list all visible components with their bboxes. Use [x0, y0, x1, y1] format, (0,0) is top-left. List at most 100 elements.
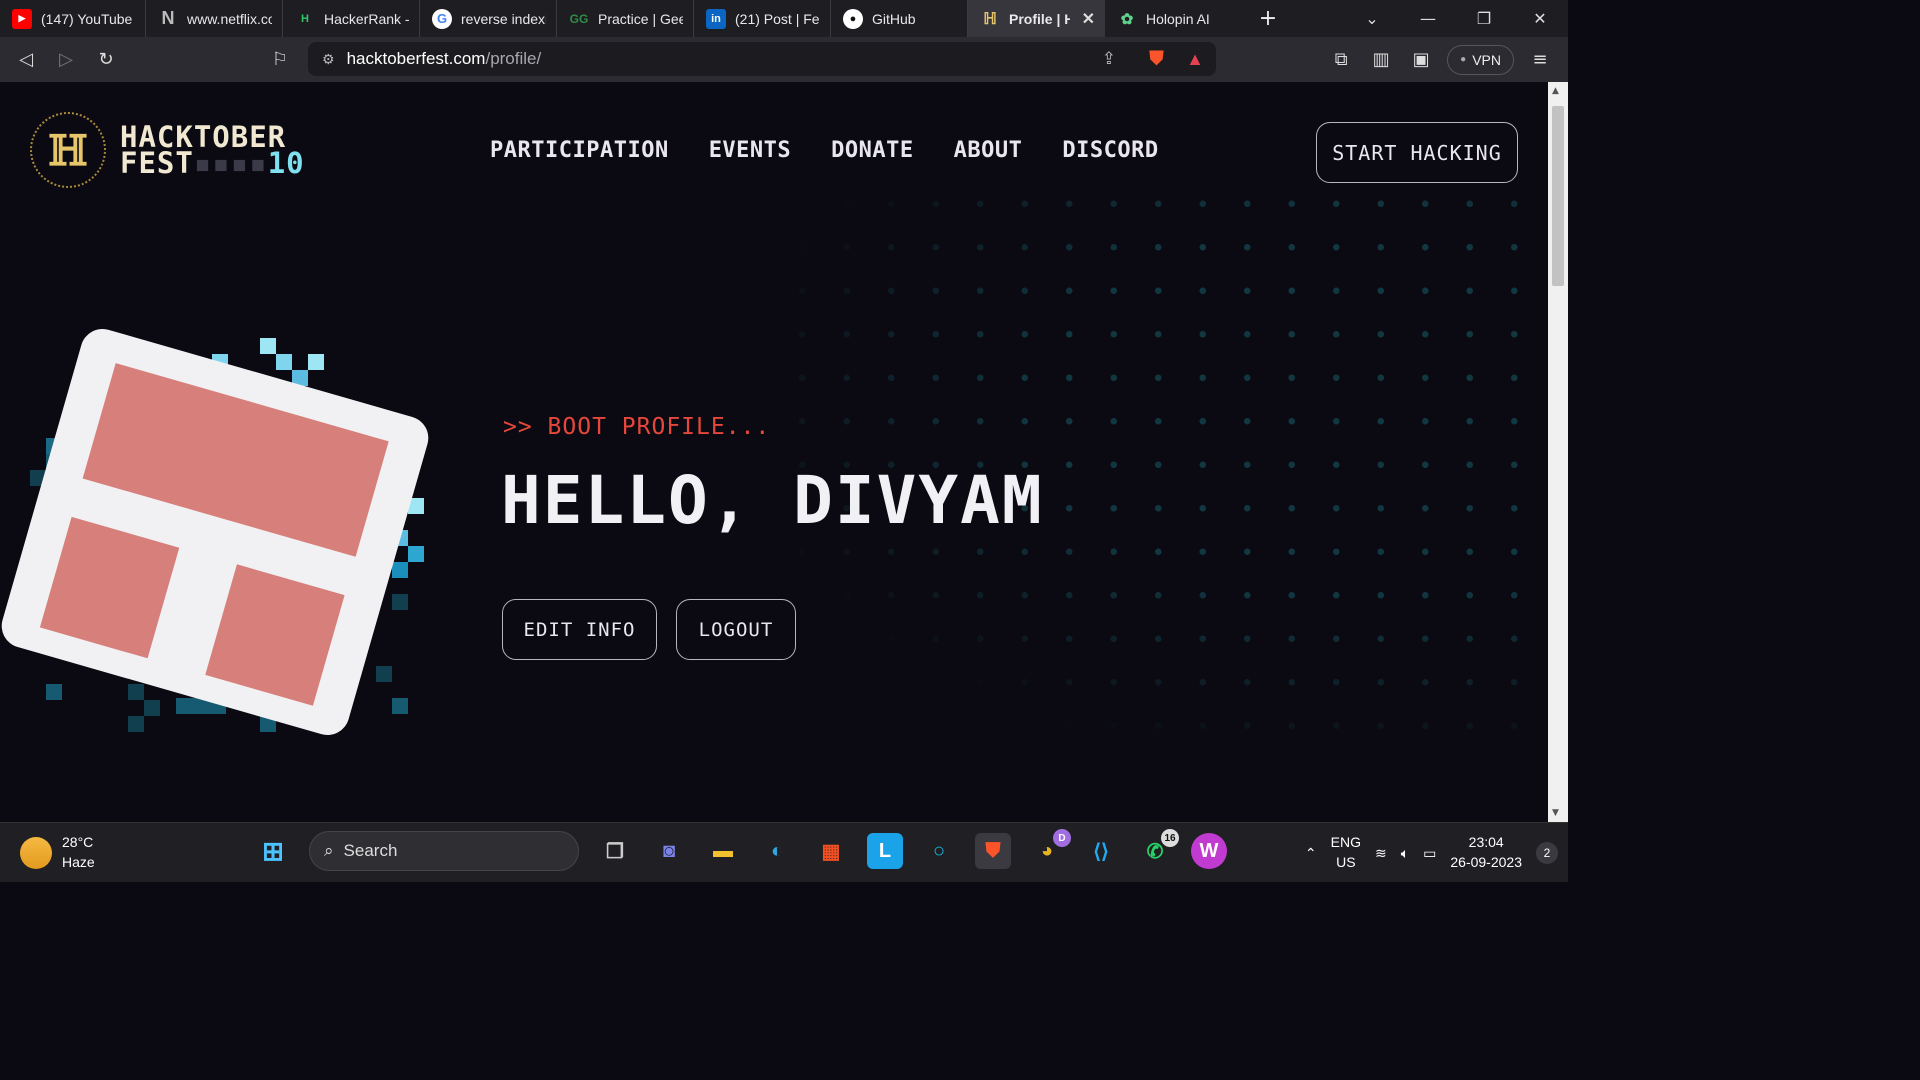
site-settings-icon[interactable]: ⚙ [322, 51, 335, 68]
tab-label: Holopin AI [1146, 10, 1210, 27]
reload-button[interactable]: ↻ [86, 40, 126, 80]
edge-icon[interactable]: ◐ [759, 833, 795, 869]
tab-label: (147) YouTube [41, 10, 133, 27]
wifi-icon[interactable]: ≋ [1375, 845, 1387, 862]
hacktoberfest-icon: ℍ [983, 10, 997, 28]
tab-netflix[interactable]: N www.netflix.co [146, 0, 283, 37]
windows-taskbar: 28°C Haze ⊞ ⌕ Search ❐ ◙ ▬ ◐ ▦ L ○ ⛊ ◕ D … [0, 822, 1568, 882]
brave-shields-icon[interactable]: ⛊ [1149, 48, 1164, 71]
scroll-down-icon[interactable]: ▼ [1552, 808, 1559, 818]
page-scrollbar[interactable]: ▲ ▼ [1548, 82, 1568, 822]
nav-donate[interactable]: DONATE [831, 138, 913, 163]
close-window-button[interactable]: ✕ [1512, 0, 1568, 37]
forward-button[interactable]: ▷ [46, 40, 86, 80]
tab-github[interactable]: ● GitHub [831, 0, 968, 37]
tab-google-search[interactable]: G reverse indexi [420, 0, 557, 37]
wps-icon[interactable]: W [1191, 833, 1227, 869]
tab-label: reverse indexi [461, 10, 546, 27]
boot-profile-text: >> BOOT PROFILE... [503, 414, 771, 440]
clock[interactable]: 23:04 26-09-2023 [1450, 833, 1522, 872]
brave-rewards-icon[interactable]: ▲ [1186, 49, 1204, 70]
extensions-icon[interactable]: ⧉ [1321, 40, 1361, 80]
time: 23:04 [1468, 834, 1504, 851]
tab-label: GitHub [872, 10, 916, 27]
restore-button[interactable]: ❐ [1456, 0, 1512, 37]
minimize-button[interactable]: — [1400, 0, 1456, 37]
nav-discord[interactable]: DISCORD [1062, 138, 1158, 163]
microsoft-store-icon[interactable]: ▦ [813, 833, 849, 869]
google-icon: G [432, 8, 452, 29]
cortana-icon[interactable]: ○ [921, 833, 957, 869]
scroll-up-icon[interactable]: ▲ [1552, 86, 1559, 96]
volume-icon[interactable]: 🔈︎ [1401, 845, 1409, 862]
task-view-icon[interactable]: ❐ [597, 833, 633, 869]
linkedin-icon: in [706, 8, 726, 29]
menu-icon[interactable]: ≡ [1520, 40, 1560, 80]
chrome-profile-badge: D [1053, 829, 1071, 847]
notification-count[interactable]: 2 [1536, 842, 1558, 864]
l-app-icon[interactable]: L [867, 833, 903, 869]
logo-line-2: FEST [120, 146, 194, 180]
browser-toolbar: ◁ ▷ ↻ ⚐ ⚙ hacktoberfest.com/profile/ ⇪ ⛊… [0, 37, 1568, 82]
taskbar-search[interactable]: ⌕ Search [309, 831, 579, 871]
vpn-label: VPN [1472, 51, 1501, 68]
language-indicator[interactable]: ENG US [1331, 833, 1361, 872]
close-tab-icon[interactable]: ✕ [1082, 9, 1095, 29]
tab-label: HackerRank - [324, 10, 409, 27]
wallet-icon[interactable]: ▣ [1401, 40, 1441, 80]
tab-label: (21) Post | Fee [735, 10, 820, 27]
github-icon: ● [843, 8, 863, 29]
logo-badge-icon: ℍ [30, 112, 106, 188]
holopin-icon: ✿ [1120, 10, 1134, 28]
vscode-icon[interactable]: ⟨⟩ [1083, 833, 1119, 869]
hackerrank-icon: H [301, 12, 309, 25]
scrollbar-thumb[interactable] [1552, 106, 1564, 286]
nav-events[interactable]: EVENTS [709, 138, 791, 163]
chrome-icon[interactable]: ◕ D [1029, 829, 1071, 869]
netflix-icon: N [161, 8, 175, 28]
show-hidden-icons-icon[interactable]: ⌃ [1305, 845, 1317, 862]
tab-youtube[interactable]: ▶ (147) YouTube [0, 0, 146, 37]
haze-weather-icon [20, 836, 52, 869]
nav-about[interactable]: ABOUT [954, 138, 1023, 163]
temperature: 28°C [62, 834, 94, 850]
nav-participation[interactable]: PARTICIPATION [490, 138, 669, 163]
start-button[interactable]: ⊞ [255, 833, 291, 869]
date: 26-09-2023 [1450, 854, 1522, 870]
tab-label: Profile | H [1009, 10, 1070, 27]
vpn-button[interactable]: ● VPN [1447, 44, 1514, 75]
share-icon[interactable]: ⇪ [1102, 49, 1116, 69]
bookmark-icon[interactable]: ⚐ [260, 40, 300, 80]
tab-search-chevron-icon[interactable]: ⌄ [1344, 0, 1400, 37]
logo-pixel-fill: ▪▪▪▪ [193, 146, 268, 180]
tab-hackerrank[interactable]: H HackerRank - [283, 0, 420, 37]
tab-linkedin[interactable]: in (21) Post | Fee [694, 0, 831, 37]
logout-button[interactable]: LOGOUT [676, 599, 796, 660]
new-tab-button[interactable]: + [1254, 4, 1282, 32]
search-icon: ⌕ [324, 841, 334, 860]
teams-chat-icon[interactable]: ◙ [651, 833, 687, 869]
logo-number: 10 [267, 146, 305, 180]
weather-widget[interactable]: 28°C Haze [20, 833, 95, 872]
tab-geeksforgeeks[interactable]: GG Practice | Geel [557, 0, 694, 37]
url-path: /profile/ [485, 49, 542, 68]
battery-icon[interactable]: ▭ [1423, 845, 1436, 862]
start-hacking-button[interactable]: START HACKING [1316, 122, 1518, 183]
address-bar[interactable]: ⚙ hacktoberfest.com/profile/ ⇪ ⛊ ▲ [308, 42, 1216, 76]
avatar-card [0, 323, 434, 741]
tab-profile-hacktoberfest[interactable]: ℍ Profile | H ✕ [968, 0, 1105, 37]
back-button[interactable]: ◁ [6, 40, 46, 80]
tab-holopin[interactable]: ✿ Holopin AI [1105, 0, 1237, 37]
file-explorer-icon[interactable]: ▬ [705, 833, 741, 869]
brave-taskbar-icon[interactable]: ⛊ [975, 833, 1011, 869]
tab-label: www.netflix.co [187, 10, 272, 27]
edit-info-button[interactable]: EDIT INFO [502, 599, 657, 660]
geeksforgeeks-icon: GG [569, 11, 589, 26]
whatsapp-icon[interactable]: ✆ 16 [1137, 829, 1179, 869]
url-domain: hacktoberfest.com [346, 49, 486, 68]
greeting-heading: HELLO, DIVYAM [501, 462, 1044, 539]
hacktoberfest-logo[interactable]: ℍ HACKTOBER FEST▪▪▪▪10 [30, 112, 305, 188]
sidebar-icon[interactable]: ▥ [1361, 40, 1401, 80]
tab-label: Practice | Geel [598, 10, 683, 27]
lang-line-2: US [1336, 854, 1356, 870]
